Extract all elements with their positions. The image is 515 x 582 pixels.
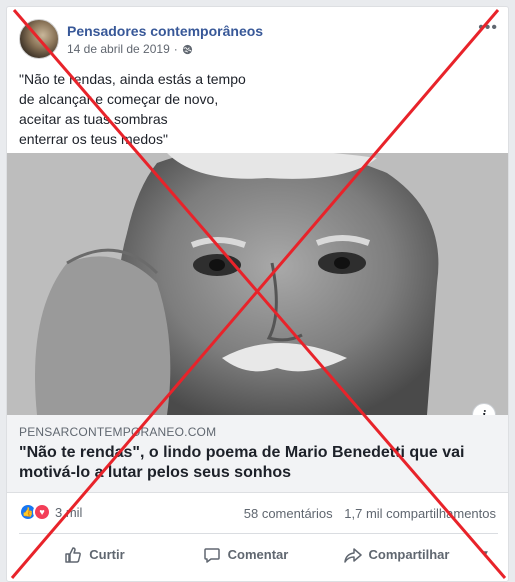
post-header: Pensadores contemporâneos 14 de abril de…	[7, 7, 508, 67]
chevron-down-icon[interactable]: ▼	[472, 549, 498, 560]
post-stats: 👍 ♥ 3 mil 58 comentários 1,7 mil compart…	[7, 497, 508, 527]
link-preview[interactable]: PENSARCONTEMPORANEO.COM "Não te rendas",…	[7, 415, 508, 493]
thumbs-up-icon	[65, 546, 82, 563]
post-card: Pensadores contemporâneos 14 de abril de…	[6, 6, 509, 582]
meta-separator: ·	[173, 42, 178, 56]
comment-label: Comentar	[227, 547, 289, 562]
post-text-line: de alcançar e começar de novo,	[19, 91, 219, 107]
post-text-line: enterrar os teus medos"	[19, 131, 168, 147]
love-reaction-icon: ♥	[33, 503, 51, 521]
post-meta: 14 de abril de 2019 ·	[67, 42, 193, 56]
more-options-icon[interactable]: •••	[478, 19, 498, 37]
post-date[interactable]: 14 de abril de 2019	[67, 42, 170, 56]
comment-button[interactable]: Comentar	[170, 534, 321, 575]
globe-icon	[182, 44, 192, 54]
share-icon	[343, 547, 362, 563]
comments-count[interactable]: 58 comentários	[244, 506, 333, 521]
page-avatar[interactable]	[19, 19, 59, 59]
reactions-summary[interactable]: 👍 ♥ 3 mil	[19, 503, 82, 521]
like-label: Curtir	[89, 547, 125, 562]
share-label: Compartilhar	[368, 547, 450, 562]
comment-icon	[203, 547, 220, 563]
post-text-line: aceitar as tuas sombras	[19, 111, 168, 127]
link-domain: PENSARCONTEMPORANEO.COM	[19, 425, 217, 439]
link-preview-image[interactable]: i	[7, 153, 508, 415]
portrait-photo	[7, 153, 508, 415]
shares-count[interactable]: 1,7 mil compartilhamentos	[344, 506, 496, 521]
share-button[interactable]: Compartilhar	[321, 534, 472, 575]
link-headline[interactable]: "Não te rendas", o lindo poema de Mario …	[19, 443, 499, 483]
page-name-link[interactable]: Pensadores contemporâneos	[67, 23, 263, 39]
action-bar: Curtir Comentar Compartilhar ▼	[19, 533, 498, 575]
post-text-line: "Não te rendas, ainda estás a tempo	[19, 71, 246, 87]
like-button[interactable]: Curtir	[19, 534, 170, 575]
reactions-count: 3 mil	[55, 504, 83, 520]
post-text: "Não te rendas, ainda estás a tempo de a…	[19, 69, 419, 149]
engagement-counts: 58 comentários 1,7 mil compartilhamentos	[244, 506, 496, 521]
